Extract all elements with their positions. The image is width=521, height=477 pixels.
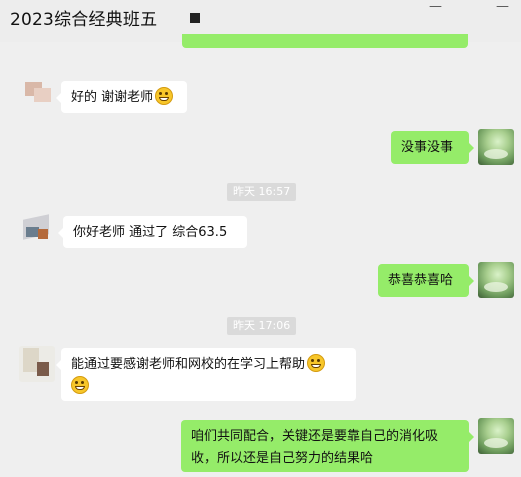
- more-icon[interactable]: [190, 13, 200, 23]
- contact-avatar[interactable]: [22, 213, 58, 249]
- message-bubble-incoming[interactable]: 你好老师 通过了 综合63.5: [58, 216, 247, 248]
- my-avatar[interactable]: [478, 262, 514, 298]
- message-text: 咱们共同配合，关键还是要靠自己的消化吸收，所以还是自己努力的结果哈: [191, 429, 439, 466]
- minimize-button[interactable]: —: [429, 0, 442, 14]
- message-bubble-outgoing[interactable]: 没事没事: [391, 131, 474, 164]
- message-bubble-partial: [182, 34, 468, 48]
- message-bubble-outgoing[interactable]: 恭喜恭喜哈: [378, 264, 474, 297]
- message-text: 恭喜恭喜哈: [388, 273, 454, 288]
- timestamp: 昨天 17:06: [227, 317, 297, 335]
- message-text: 能通过要感谢老师和网校的在学习上帮助: [71, 357, 306, 372]
- message-text: 没事没事: [401, 140, 454, 155]
- grin-emoji-icon: [155, 87, 174, 105]
- contact-avatar[interactable]: [22, 80, 58, 116]
- message-bubble-incoming[interactable]: 好的 谢谢老师: [56, 81, 187, 113]
- my-avatar[interactable]: [478, 129, 514, 165]
- message-text: 好的 谢谢老师: [71, 90, 154, 105]
- message-bubble-incoming[interactable]: 能通过要感谢老师和网校的在学习上帮助: [56, 348, 356, 401]
- grin-emoji-icon: [307, 354, 326, 372]
- close-button[interactable]: —: [496, 0, 509, 14]
- message-bubble-outgoing[interactable]: 咱们共同配合，关键还是要靠自己的消化吸收，所以还是自己努力的结果哈: [181, 420, 474, 472]
- grin-emoji-icon: [71, 376, 89, 394]
- chat-title: 2023综合经典班五: [10, 10, 158, 30]
- contact-avatar[interactable]: [19, 346, 55, 382]
- message-text: 你好老师 通过了 综合63.5: [73, 225, 228, 240]
- timestamp: 昨天 16:57: [227, 183, 297, 201]
- my-avatar[interactable]: [478, 418, 514, 454]
